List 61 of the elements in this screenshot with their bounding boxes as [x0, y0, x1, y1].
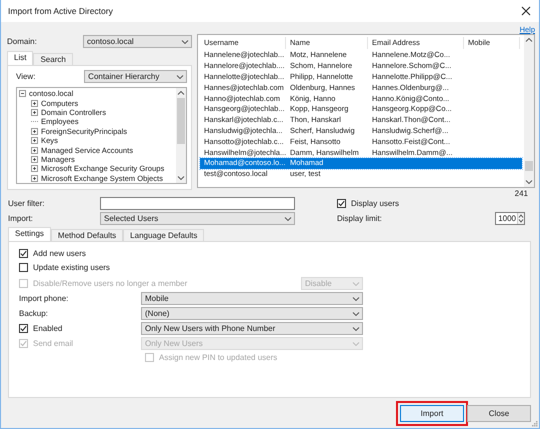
checkbox[interactable]: Enabled: [19, 324, 62, 332]
tab[interactable]: Search: [33, 53, 73, 65]
chevron-down-icon: [352, 310, 360, 316]
checkbox[interactable]: Update existing users: [19, 263, 110, 272]
plus-icon[interactable]: [31, 108, 38, 116]
tab[interactable]: List: [7, 51, 34, 65]
checkbox[interactable]: Add new users: [19, 248, 86, 258]
plus-icon[interactable]: [31, 137, 38, 144]
close-icon[interactable]: [521, 6, 531, 16]
users-list[interactable]: [197, 34, 535, 188]
field-label: Domain:: [7, 37, 38, 46]
chevron-down-icon[interactable]: [177, 175, 185, 181]
chevron-down-icon: [352, 296, 360, 302]
input-field[interactable]: [100, 197, 295, 210]
chevron-down-icon: [352, 280, 360, 286]
dropdown[interactable]: Selected Users: [100, 212, 295, 225]
chevron-up-icon[interactable]: [525, 37, 533, 43]
field-label: User filter:: [8, 199, 46, 208]
plus-icon[interactable]: [31, 128, 38, 135]
field-label: Display limit:: [337, 214, 383, 223]
tab[interactable]: Language Defaults: [123, 229, 204, 241]
scrollbar[interactable]: [524, 35, 534, 187]
chevron-down-icon: [176, 74, 184, 80]
dropdown[interactable]: contoso.local: [83, 35, 192, 48]
chevron-up-icon[interactable]: [177, 90, 185, 96]
check-icon: [338, 200, 345, 206]
plus-icon[interactable]: [31, 156, 38, 163]
chevron-down-icon: [284, 216, 292, 222]
dropdown[interactable]: (None): [141, 307, 363, 320]
scrollbar-thumb[interactable]: [525, 161, 533, 171]
check-icon: [20, 340, 27, 346]
plus-icon[interactable]: [31, 165, 38, 172]
plus-icon[interactable]: [31, 174, 38, 182]
user-count: 241: [514, 189, 528, 198]
chevron-down-icon: [352, 340, 360, 346]
chevron-up-icon[interactable]: [518, 214, 524, 218]
close-button[interactable]: Close: [467, 405, 531, 422]
check-icon: [20, 250, 27, 256]
dropdown[interactable]: Container Hierarchy: [84, 70, 187, 83]
plus-icon[interactable]: [31, 146, 38, 154]
field-label: View:: [16, 72, 36, 81]
number-spinner[interactable]: 1000: [495, 212, 525, 225]
resize-grip-icon[interactable]: [532, 421, 538, 427]
checkbox[interactable]: Display users: [337, 198, 400, 208]
check-icon: [20, 324, 27, 332]
scrollbar-thumb[interactable]: [177, 98, 185, 144]
field-label: Backup:: [19, 309, 49, 318]
chevron-down-icon[interactable]: [525, 179, 533, 185]
tab[interactable]: Settings: [8, 227, 51, 241]
window-title: Import from Active Directory: [8, 6, 113, 16]
minus-icon[interactable]: [19, 90, 26, 98]
chevron-down-icon[interactable]: [518, 219, 524, 224]
scrollbar[interactable]: [176, 88, 186, 183]
tab[interactable]: Method Defaults: [50, 229, 124, 241]
chevron-down-icon: [181, 38, 189, 44]
dropdown[interactable]: Mobile: [141, 292, 363, 305]
chevron-down-icon: [352, 326, 360, 332]
dropdown[interactable]: Only New Users with Phone Number: [141, 322, 363, 335]
field-label: Import phone:: [19, 294, 70, 303]
field-label: Import:: [8, 214, 34, 223]
plus-icon[interactable]: [31, 100, 38, 107]
